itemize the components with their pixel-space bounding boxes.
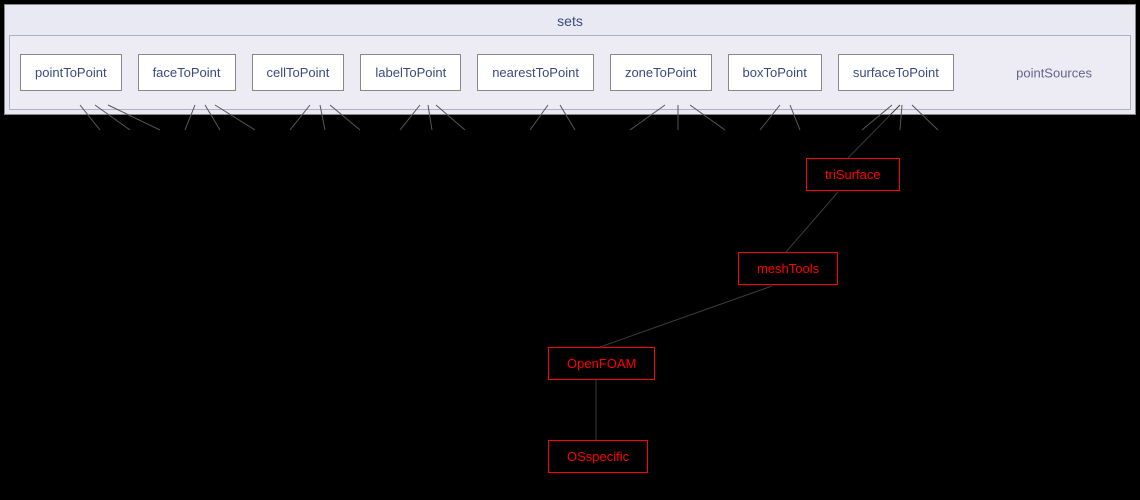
- node-box-to-point[interactable]: boxToPoint: [728, 54, 822, 91]
- node-face-to-point[interactable]: faceToPoint: [138, 54, 236, 91]
- header-title[interactable]: sets: [9, 9, 1131, 35]
- node-cell-to-point[interactable]: cellToPoint: [252, 54, 345, 91]
- folder-label[interactable]: pointSources: [1016, 65, 1092, 80]
- red-node-meshtools[interactable]: meshTools: [738, 252, 838, 285]
- point-sources-folder: pointToPoint faceToPoint cellToPoint lab…: [9, 35, 1131, 110]
- node-point-to-point[interactable]: pointToPoint: [20, 54, 122, 91]
- node-surface-to-point[interactable]: surfaceToPoint: [838, 54, 954, 91]
- node-zone-to-point[interactable]: zoneToPoint: [610, 54, 712, 91]
- red-node-openfoam[interactable]: OpenFOAM: [548, 347, 655, 380]
- red-node-osspecific[interactable]: OSspecific: [548, 440, 648, 473]
- node-nearest-to-point[interactable]: nearestToPoint: [477, 54, 594, 91]
- red-node-trisurface[interactable]: triSurface: [806, 158, 900, 191]
- diagram-outer-box: sets pointToPoint faceToPoint cellToPoin…: [4, 4, 1136, 115]
- node-label-to-point[interactable]: labelToPoint: [360, 54, 461, 91]
